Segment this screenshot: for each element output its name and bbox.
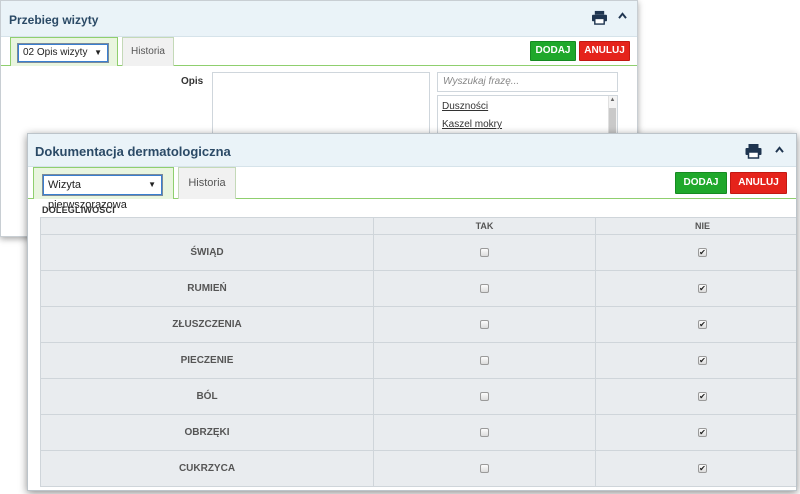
panel-header: Dokumentacja dermatologiczna [28,134,796,167]
checkbox-tak[interactable] [480,355,489,365]
panel-header: Przebieg wizyty [1,1,637,37]
tab-label: Historia [188,177,226,189]
checkbox-tak[interactable] [480,319,489,329]
symptoms-table: TAK NIE ŚWIĄD ✔ RUMIEŃ ✔ ZŁUSZCZENIA ✔ PIECZEN… [40,217,796,487]
cell-tak [373,378,596,415]
table-header-row: TAK NIE [40,217,796,235]
checkbox-nie[interactable]: ✔ [698,427,707,437]
table-row: ZŁUSZCZENIA ✔ [40,306,796,343]
visit-type-tab: Wizyta pierwszorazowa ▼ [33,167,174,211]
chevron-up-icon[interactable] [618,12,627,19]
checkbox-tak[interactable] [480,391,489,401]
table-row: BÓL ✔ [40,378,796,415]
checkbox-tak[interactable] [480,427,489,437]
checkbox-nie[interactable]: ✔ [698,247,707,257]
symptom-label: ZŁUSZCZENIA [40,306,374,343]
tab-label: Historia [131,46,165,57]
checkbox-tak[interactable] [480,247,489,257]
chevron-up-icon[interactable] [775,146,784,153]
column-header-nie: NIE [595,217,796,235]
tab-historia[interactable]: Historia [178,167,236,199]
symptom-label: PIECZENIE [40,342,374,379]
panel-title: Dokumentacja dermatologiczna [35,144,231,159]
visit-section-select[interactable]: 02 Opis wizyty ▼ [17,43,109,63]
cell-nie: ✔ [595,378,796,415]
opis-label: Opis [181,76,204,87]
symptom-label: CUKRZYCA [40,450,374,487]
tab-historia[interactable]: Historia [122,37,174,66]
section-label: DOLEGLIWOŚCI [42,205,115,215]
checkbox-nie[interactable]: ✔ [698,463,707,473]
tab-bar: 02 Opis wizyty ▼ Historia DODAJ ANULUJ [1,37,637,66]
column-header-symptom [40,217,374,235]
tab-bar: Wizyta pierwszorazowa ▼ Historia DODAJ A… [28,167,796,211]
cell-tak [373,450,596,487]
select-value: 02 Opis wizyty [23,47,88,58]
cell-nie: ✔ [595,234,796,271]
table-row: ŚWIĄD ✔ [40,234,796,271]
add-button[interactable]: DODAJ [675,172,727,194]
cell-nie: ✔ [595,306,796,343]
visit-type-select[interactable]: Wizyta pierwszorazowa ▼ [42,174,163,211]
add-button[interactable]: DODAJ [530,41,576,61]
table-row: RUMIEŃ ✔ [40,270,796,307]
cell-nie: ✔ [595,342,796,379]
caret-down-icon: ▼ [148,180,156,189]
symptom-label: BÓL [40,378,374,415]
cell-nie: ✔ [595,270,796,307]
dokumentacja-dermatologiczna-panel: Dokumentacja dermatologiczna Wizyta pier… [27,133,797,491]
cell-tak [373,270,596,307]
cell-tak [373,342,596,379]
checkbox-nie[interactable]: ✔ [698,283,707,293]
symptom-label: OBRZĘKI [40,414,374,451]
cancel-button[interactable]: ANULUJ [579,41,630,61]
table-row: CUKRZYCA ✔ [40,450,796,487]
printer-icon[interactable] [591,10,608,25]
cell-nie: ✔ [595,414,796,451]
list-item[interactable]: Kaszel mokry [442,119,502,130]
search-input[interactable]: Wyszukaj frazę... [437,72,618,92]
checkbox-nie[interactable]: ✔ [698,391,707,401]
checkbox-tak[interactable] [480,463,489,473]
printer-icon[interactable] [744,143,763,159]
table-row: OBRZĘKI ✔ [40,414,796,451]
panel-body: DOLEGLIWOŚCI TAK NIE ŚWIĄD ✔ RUMIEŃ ✔ ZŁUSZC… [28,199,796,491]
caret-down-icon: ▼ [94,48,102,57]
table-row: PIECZENIE ✔ [40,342,796,379]
checkbox-nie[interactable]: ✔ [698,355,707,365]
checkbox-tak[interactable] [480,283,489,293]
list-item[interactable]: Duszności [442,101,488,112]
cell-tak [373,306,596,343]
symptom-label: RUMIEŃ [40,270,374,307]
visit-type-tab: 02 Opis wizyty ▼ [10,37,118,66]
cancel-button[interactable]: ANULUJ [730,172,787,194]
cell-tak [373,234,596,271]
symptom-label: ŚWIĄD [40,234,374,271]
column-header-tak: TAK [373,217,596,235]
cell-nie: ✔ [595,450,796,487]
checkbox-nie[interactable]: ✔ [698,319,707,329]
cell-tak [373,414,596,451]
scroll-up-icon[interactable]: ▲ [609,97,616,104]
panel-title: Przebieg wizyty [9,13,99,27]
